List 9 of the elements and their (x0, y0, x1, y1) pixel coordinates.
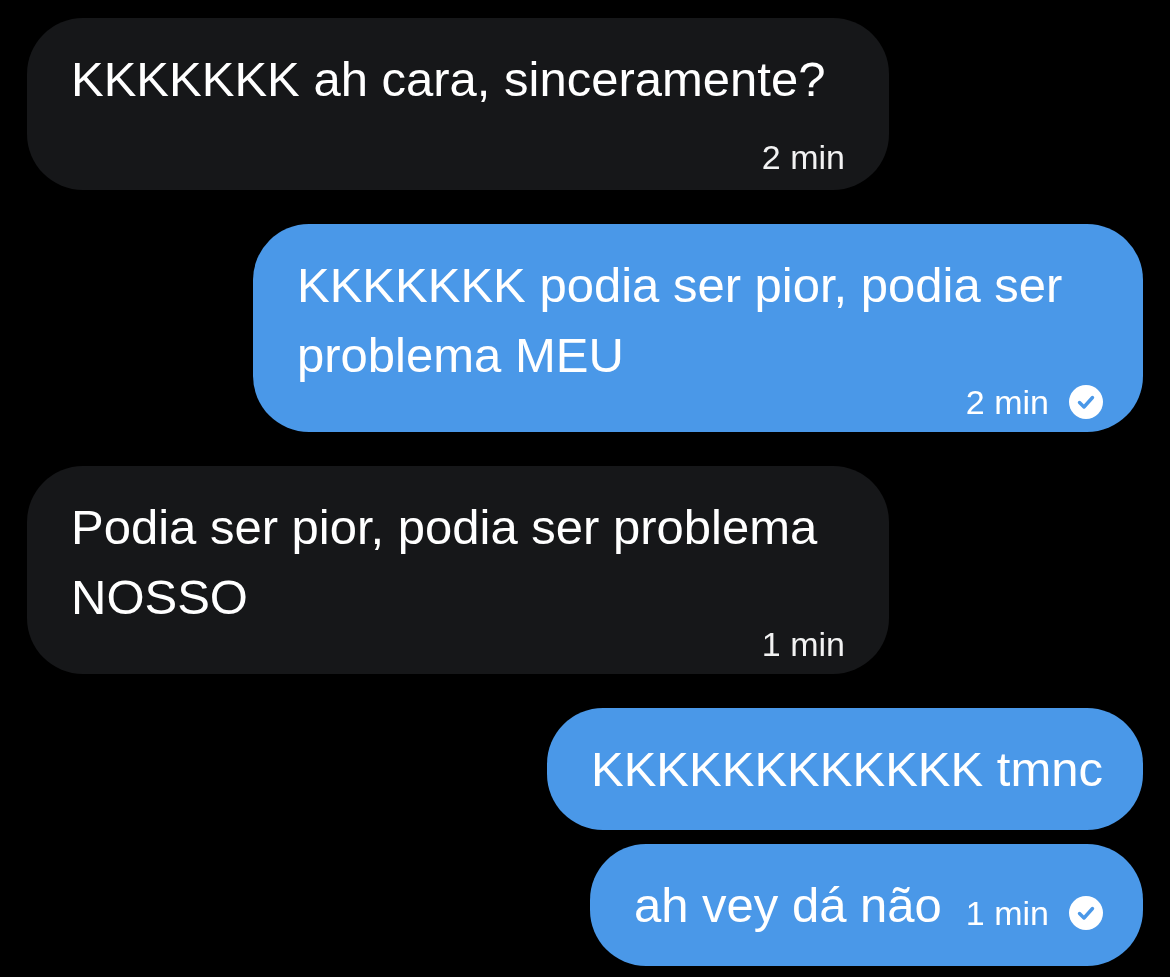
message-time: 1 min (965, 895, 1049, 931)
message-time: 2 min (761, 139, 845, 175)
message-text: KKKKKKK podia ser pior, podia ser problema MEU (297, 258, 1063, 382)
message-text: ah vey dá não (634, 878, 942, 932)
message-time: 1 min (761, 626, 845, 662)
message-text: KKKKKKKKKKKK tmnc (591, 742, 1103, 796)
message-text: KKKKKKK ah cara, sinceramente? (71, 52, 826, 106)
message-text: Podia ser pior, podia ser problema NOSSO (71, 500, 818, 624)
message-time: 2 min (965, 384, 1049, 420)
